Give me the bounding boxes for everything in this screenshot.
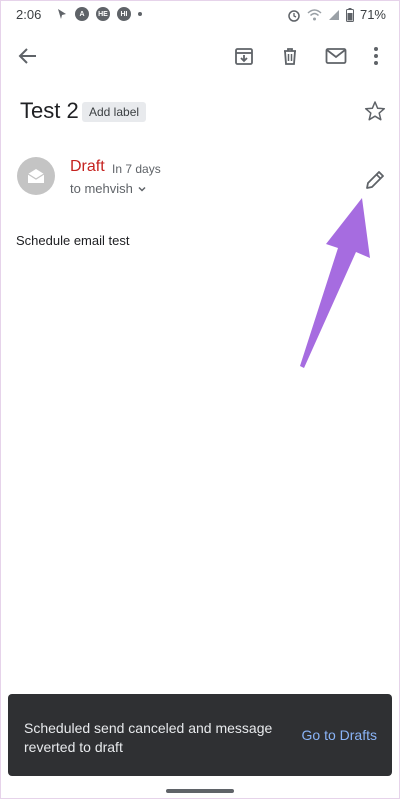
wifi-icon — [307, 8, 322, 20]
more-vert-icon — [374, 47, 378, 65]
recipient-toggle[interactable]: to mehvish — [70, 181, 147, 196]
draft-envelope-icon — [27, 169, 45, 183]
notification-icon: HE — [96, 7, 110, 21]
delete-button[interactable] — [276, 42, 304, 70]
mark-unread-icon — [325, 48, 347, 64]
status-bar: 2:06 A HE HI 71% — [0, 0, 400, 30]
a-badge-icon: A — [75, 7, 89, 21]
signal-icon — [328, 9, 339, 20]
annotation-arrow — [300, 198, 370, 368]
alarm-icon — [288, 9, 300, 22]
notification-icon: HI — [117, 7, 131, 21]
snackbar: Scheduled send canceled and message reve… — [8, 694, 392, 776]
status-right-icons: 71% — [287, 7, 386, 22]
status-left-icons: A HE HI — [56, 7, 142, 21]
dot-icon — [138, 12, 142, 16]
chevron-down-icon — [138, 186, 146, 192]
email-body: Schedule email test — [16, 233, 130, 248]
go-to-drafts-button[interactable]: Go to Drafts — [302, 727, 377, 743]
back-arrow-icon — [18, 48, 36, 64]
draft-label: Draft — [70, 158, 105, 175]
pencil-icon — [366, 171, 384, 189]
add-label-button[interactable]: Add label — [82, 102, 147, 122]
back-button[interactable] — [14, 42, 42, 70]
recipient-text: to mehvish — [70, 181, 133, 196]
location-icon — [58, 9, 66, 19]
battery-percentage: 71% — [359, 7, 386, 22]
delete-icon — [284, 48, 296, 65]
edit-draft-button[interactable] — [363, 168, 387, 192]
star-icon — [364, 101, 386, 121]
archive-button[interactable] — [230, 42, 258, 70]
snackbar-message: Scheduled send canceled and message reve… — [24, 720, 273, 755]
email-subject: Test 2 — [20, 98, 79, 123]
schedule-time: In 7 days — [112, 162, 161, 176]
archive-icon — [235, 48, 253, 65]
sender-avatar[interactable] — [17, 157, 55, 195]
home-indicator[interactable] — [166, 789, 234, 793]
battery-icon — [345, 7, 354, 22]
star-button[interactable] — [364, 100, 386, 127]
email-toolbar — [0, 36, 400, 76]
status-time: 2:06 — [16, 7, 42, 22]
more-options-button[interactable] — [362, 42, 390, 70]
mark-unread-button[interactable] — [322, 42, 350, 70]
